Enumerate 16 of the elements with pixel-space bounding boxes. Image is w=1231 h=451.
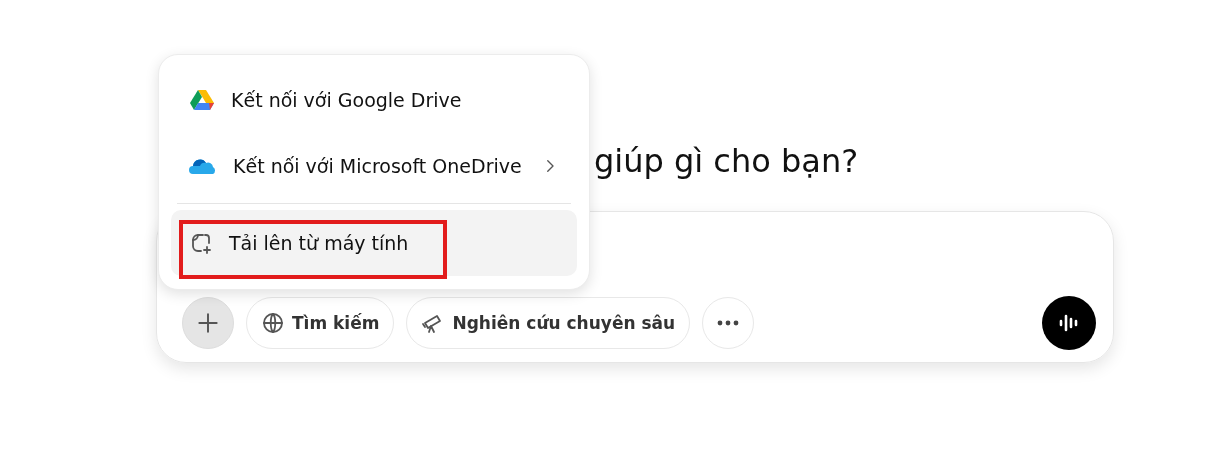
menu-item-label: Tải lên từ máy tính: [229, 232, 410, 254]
greeting-heading: giúp gì cho bạn?: [594, 141, 860, 182]
menu-item-label: Kết nối với Microsoft OneDrive: [233, 155, 523, 177]
tool-button[interactable]: Nghiên cứu chuyên sâu: [406, 297, 691, 349]
file-add-icon: [189, 231, 213, 255]
globe-icon: [261, 311, 285, 335]
drive-icon: [189, 89, 215, 111]
add-button[interactable]: [182, 297, 234, 349]
tool-button[interactable]: Tìm kiếm: [246, 297, 395, 349]
cloud-icon: [189, 157, 217, 175]
voice-button[interactable]: [1042, 296, 1096, 350]
menu-item[interactable]: Kết nối với Microsoft OneDrive: [171, 133, 577, 199]
menu-item[interactable]: Kết nối với Google Drive: [171, 67, 577, 133]
more-icon: [717, 320, 740, 326]
menu-item[interactable]: Tải lên từ máy tính: [171, 210, 577, 276]
menu-item-label: Kết nối với Google Drive: [231, 89, 463, 111]
